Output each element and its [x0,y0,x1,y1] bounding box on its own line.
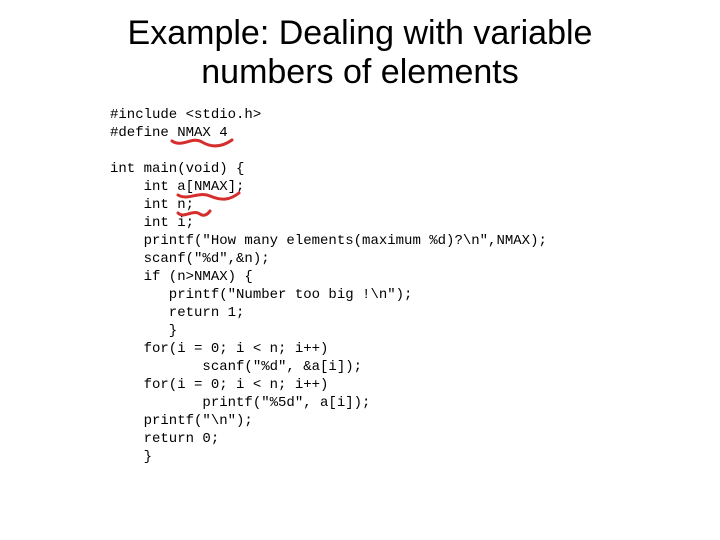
title-line-2: numbers of elements [201,53,519,91]
code-block-wrap: #include <stdio.h> #define NMAX 4 int ma… [110,106,670,466]
code-block: #include <stdio.h> #define NMAX 4 int ma… [110,106,670,466]
title-line-1: Example: Dealing with variable [128,14,593,52]
slide: Example: Dealing with variable numbers o… [0,0,720,540]
slide-title: Example: Dealing with variable numbers o… [40,14,680,92]
